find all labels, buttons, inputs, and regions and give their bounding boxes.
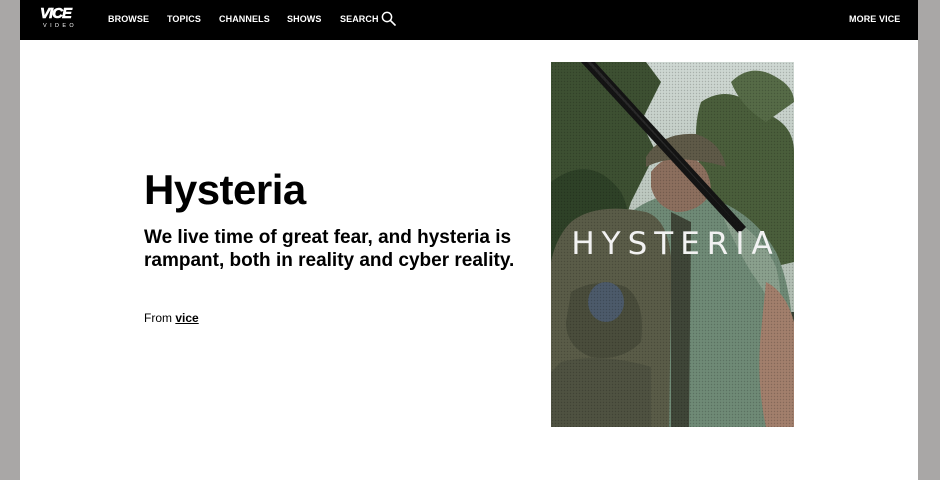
page-title: Hysteria [144, 166, 306, 213]
video-description: We live time of great fear, and hysteria… [144, 227, 515, 271]
vice-video-logo[interactable]: VICE VIDEO [40, 5, 86, 32]
nav-channels[interactable]: CHANNELS [219, 13, 270, 25]
poster-title: HYSTERIA [571, 226, 780, 262]
search-icon[interactable] [381, 11, 396, 26]
nav-more-vice[interactable]: MORE VICE [849, 13, 900, 25]
source-link[interactable]: vice [175, 311, 198, 325]
source-prefix: From [144, 311, 172, 325]
source-line: From vice [144, 311, 199, 326]
logo-wordmark: VICE [40, 5, 73, 22]
page-frame: VICE VIDEO BROWSE TOPICS CHANNELS SHOWS … [20, 0, 918, 480]
logo-subtext: VIDEO [43, 23, 78, 29]
nav-shows[interactable]: SHOWS [287, 13, 322, 25]
nav-topics[interactable]: TOPICS [167, 13, 201, 25]
nav-search[interactable]: SEARCH [340, 13, 379, 25]
top-navbar: VICE VIDEO BROWSE TOPICS CHANNELS SHOWS … [20, 0, 918, 40]
nav-browse[interactable]: BROWSE [108, 13, 149, 25]
video-poster[interactable]: HYSTERIA [551, 62, 794, 427]
